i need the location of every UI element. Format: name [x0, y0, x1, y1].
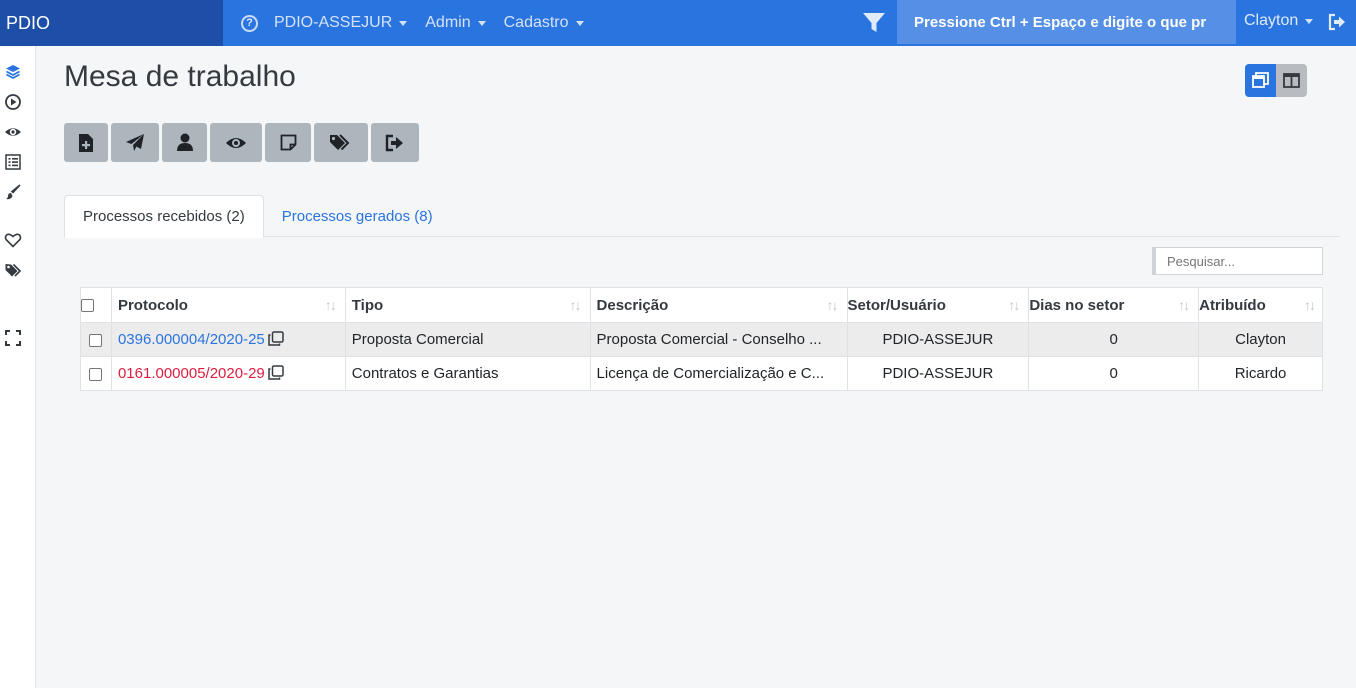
dias-cell: 0: [1028, 322, 1200, 357]
process-table: Protocolo ↑↓ Tipo ↑↓ Descrição ↑↓ Setor/Usu…: [80, 287, 1323, 391]
chevron-down-icon: [399, 20, 408, 26]
tags-icon: [330, 134, 350, 151]
send-button[interactable]: [111, 123, 159, 162]
brand-logo[interactable]: PDIO: [0, 0, 223, 46]
tags-icon[interactable]: [4, 261, 22, 279]
nav-menu-admin-label: Admin: [425, 14, 471, 31]
table-row[interactable]: 0396.000004/2020-25 Proposta Comercial P…: [80, 322, 1323, 357]
column-header-setor-label: Setor/Usuário: [847, 296, 946, 314]
descricao-cell: Licença de Comercialização e C...: [589, 356, 848, 391]
file-plus-icon: [79, 133, 93, 152]
row-checkbox[interactable]: [89, 367, 103, 381]
action-toolbar: [64, 123, 422, 162]
sort-icon: ↑↓: [1178, 297, 1190, 313]
note-button[interactable]: [265, 123, 311, 162]
user-icon: [176, 133, 193, 151]
nav-menu-admin[interactable]: Admin: [425, 14, 486, 32]
column-header-atribuido-label: Atribuído: [1199, 296, 1266, 314]
protocolo-link[interactable]: 0396.000004/2020-25: [118, 331, 265, 348]
columns-icon: [1283, 73, 1300, 88]
heart-icon[interactable]: [4, 231, 22, 249]
column-header-descricao[interactable]: Descrição ↑↓: [589, 287, 848, 323]
nav-menu-setor[interactable]: PDIO-ASSEJUR: [274, 14, 408, 32]
column-header-protocolo-label: Protocolo: [117, 296, 188, 314]
sort-icon: ↑↓: [826, 297, 839, 313]
tab-processos-recebidos[interactable]: Processos recebidos (2): [64, 195, 264, 238]
row-select-cell: [80, 322, 112, 357]
setor-cell: PDIO-ASSEJUR: [846, 322, 1030, 357]
windows-view-button[interactable]: [1245, 64, 1276, 97]
sign-out-icon[interactable]: [1328, 13, 1346, 31]
expand-icon[interactable]: [4, 329, 22, 347]
column-header-dias[interactable]: Dias no setor ↑↓: [1028, 287, 1200, 323]
copy-icon[interactable]: [268, 365, 284, 380]
chevron-down-icon: [575, 20, 584, 26]
process-tabs: Processos recebidos (2) Processos gerado…: [64, 195, 1340, 238]
sign-out-icon: [385, 134, 403, 151]
sticky-note-icon: [280, 134, 296, 151]
column-header-dias-label: Dias no setor: [1029, 296, 1125, 314]
atribuido-cell: Ricardo: [1198, 356, 1323, 391]
sort-icon: ↑↓: [1304, 297, 1316, 313]
question-circle-icon[interactable]: ?: [241, 14, 258, 32]
dias-cell: 0: [1028, 356, 1200, 391]
descricao-text: Proposta Comercial - Conselho ...: [596, 331, 822, 348]
nav-menu-setor-label: PDIO-ASSEJUR: [274, 14, 393, 31]
column-header-descricao-label: Descrição: [596, 296, 669, 314]
column-header-setor[interactable]: Setor/Usuário ↑↓: [846, 287, 1030, 323]
nav-menu-cadastro[interactable]: Cadastro: [504, 14, 584, 32]
view-button[interactable]: [210, 123, 262, 162]
top-navbar: PDIO ? PDIO-ASSEJUR Admin Cadastro Press…: [0, 0, 1356, 46]
page-title: Mesa de trabalho: [64, 60, 296, 93]
nav-menu: ? PDIO-ASSEJUR Admin Cadastro: [223, 0, 602, 46]
protocolo-link[interactable]: 0161.000005/2020-29: [118, 365, 265, 382]
nav-menu-cadastro-label: Cadastro: [503, 14, 569, 31]
descricao-text: Licença de Comercialização e C...: [596, 365, 825, 382]
new-document-button[interactable]: [64, 123, 108, 162]
play-circle-icon[interactable]: [4, 93, 22, 111]
windows-icon: [1252, 72, 1269, 88]
list-icon[interactable]: [4, 153, 22, 171]
assign-user-button[interactable]: [162, 123, 207, 162]
user-name: Clayton: [1244, 12, 1299, 29]
search-input[interactable]: [1152, 247, 1323, 275]
exit-button[interactable]: [371, 123, 419, 162]
columns-view-button[interactable]: [1276, 64, 1307, 97]
sidebar: [0, 46, 36, 688]
sort-icon: ↑↓: [1008, 297, 1020, 313]
user-menu[interactable]: Clayton: [1244, 12, 1314, 30]
row-select-cell: [80, 356, 112, 391]
protocolo-cell: 0396.000004/2020-25: [110, 322, 346, 357]
sort-icon: ↑↓: [569, 297, 582, 313]
protocolo-cell: 0161.000005/2020-29: [110, 356, 346, 391]
descricao-cell: Proposta Comercial - Conselho ...: [589, 322, 848, 357]
tab-processos-gerados[interactable]: Processos gerados (8): [264, 195, 451, 237]
column-header-protocolo[interactable]: Protocolo ↑↓: [110, 287, 346, 323]
quick-search-input[interactable]: Pressione Ctrl + Espaço e digite o que p…: [897, 0, 1236, 44]
tipo-cell: Contratos e Garantias: [344, 356, 591, 391]
tipo-cell: Proposta Comercial: [344, 322, 591, 357]
copy-icon[interactable]: [268, 331, 284, 346]
chevron-down-icon: [477, 20, 486, 26]
chevron-down-icon: [1305, 18, 1314, 24]
row-checkbox[interactable]: [89, 333, 103, 347]
tags-button[interactable]: [314, 123, 368, 162]
table-row[interactable]: 0161.000005/2020-29 Contratos e Garantia…: [80, 356, 1323, 391]
paper-plane-icon: [126, 134, 144, 151]
column-header-tipo[interactable]: Tipo ↑↓: [344, 287, 591, 323]
layers-icon[interactable]: [4, 63, 22, 81]
eye-icon: [226, 137, 246, 148]
column-header-tipo-label: Tipo: [351, 296, 384, 314]
select-all-cell: [80, 287, 112, 323]
select-all-checkbox[interactable]: [81, 299, 94, 313]
table-header-row: Protocolo ↑↓ Tipo ↑↓ Descrição ↑↓ Setor/Usu…: [80, 287, 1323, 323]
filter-icon[interactable]: [862, 12, 886, 34]
sort-icon: ↑↓: [324, 297, 337, 313]
view-toggle: [1245, 64, 1307, 97]
eye-icon[interactable]: [4, 123, 22, 141]
column-header-atribuido[interactable]: Atribuído ↑↓: [1198, 287, 1323, 323]
atribuido-cell: Clayton: [1198, 322, 1323, 357]
setor-cell: PDIO-ASSEJUR: [846, 356, 1030, 391]
brush-icon[interactable]: [4, 183, 22, 201]
